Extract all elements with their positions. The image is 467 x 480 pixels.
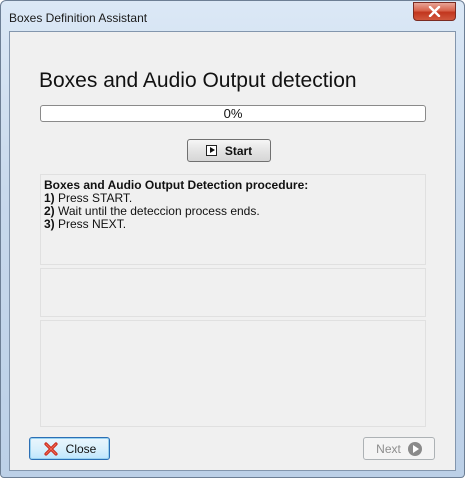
procedure-step-1: 1) Press START. xyxy=(44,191,132,205)
close-button-label: Close xyxy=(65,441,97,456)
start-button-label: Start xyxy=(224,143,253,158)
client-area: Boxes and Audio Output detection 0% Star… xyxy=(9,31,456,471)
title-bar[interactable]: Boxes Definition Assistant xyxy=(1,1,464,31)
next-button[interactable]: Next xyxy=(363,437,435,460)
close-x-icon xyxy=(428,6,441,17)
step-text: Press START. xyxy=(54,191,133,205)
page-heading: Boxes and Audio Output detection xyxy=(39,69,357,92)
procedure-title: Boxes and Audio Output Detection procedu… xyxy=(44,178,309,192)
window-title: Boxes Definition Assistant xyxy=(9,11,148,25)
close-button[interactable]: Close xyxy=(29,437,110,460)
step-text: Wait until the deteccion process ends. xyxy=(54,204,260,218)
dialog-window: Boxes Definition Assistant Boxes and Aud… xyxy=(0,0,465,478)
status-panel xyxy=(40,268,426,317)
procedure-step-3: 3) Press NEXT. xyxy=(44,217,126,231)
arrow-right-circle-icon xyxy=(407,441,422,456)
window-close-button[interactable] xyxy=(413,2,456,21)
results-panel xyxy=(40,320,426,427)
start-button[interactable]: Start xyxy=(187,139,271,162)
next-button-label: Next xyxy=(376,441,401,456)
step-number: 3) xyxy=(44,217,55,231)
progress-label: 0% xyxy=(223,106,243,121)
progress-bar: 0% xyxy=(40,105,426,122)
red-x-icon xyxy=(44,441,58,456)
play-icon xyxy=(205,145,217,156)
step-number: 2) xyxy=(44,204,55,218)
procedure-panel: Boxes and Audio Output Detection procedu… xyxy=(40,174,426,265)
step-number: 1) xyxy=(44,191,55,205)
procedure-step-2: 2) Wait until the deteccion process ends… xyxy=(44,204,260,218)
step-text: Press NEXT. xyxy=(54,217,127,231)
